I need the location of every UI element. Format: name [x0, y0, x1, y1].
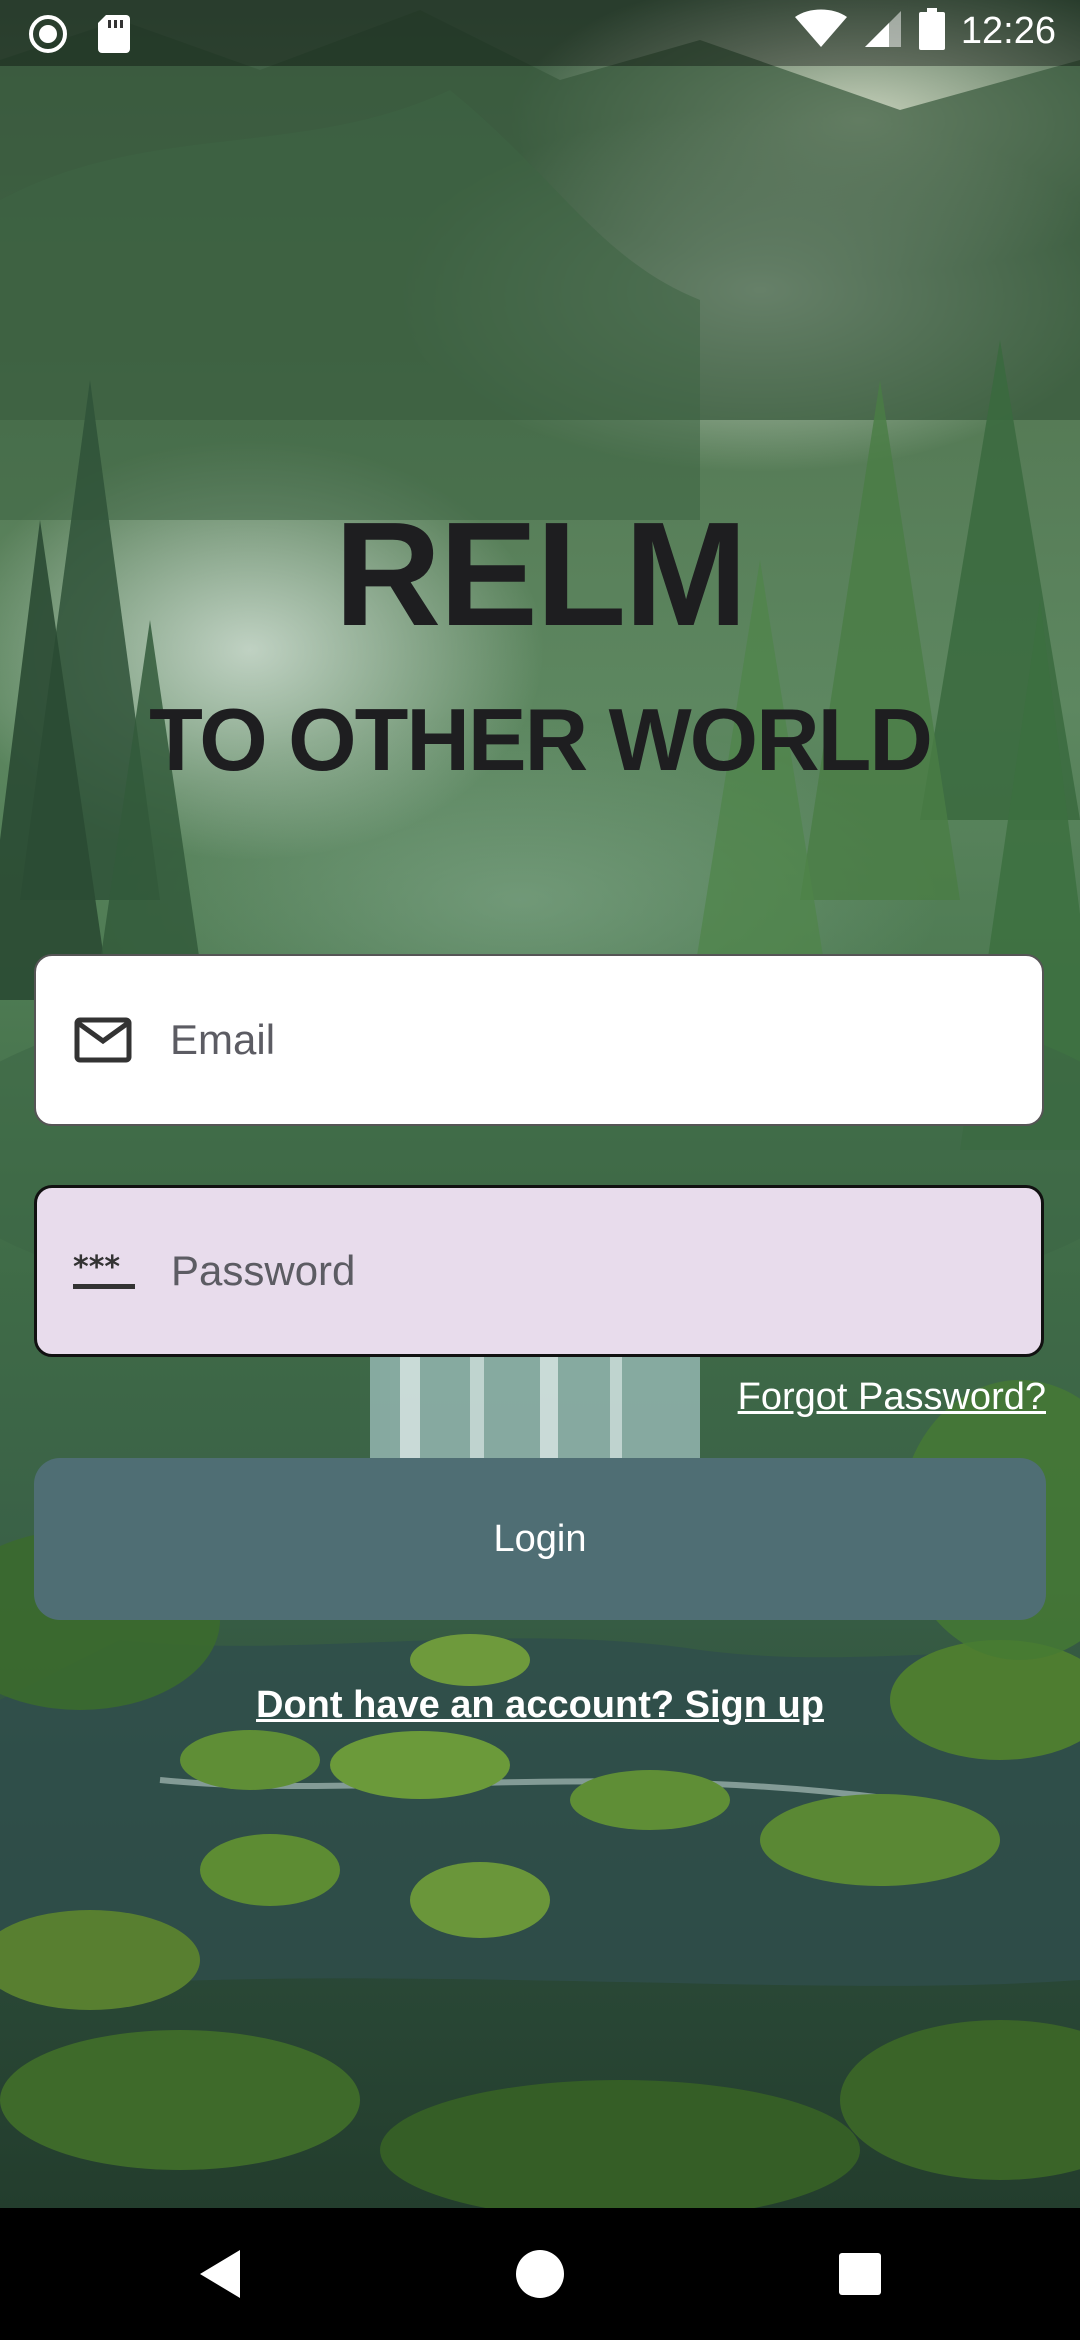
login-screen: 12:26 RELM TO OTHER WORLD Email *** Pass… — [0, 0, 1080, 2340]
app-title: RELM — [334, 492, 747, 657]
mail-icon — [72, 1009, 134, 1071]
navigation-bar — [0, 2208, 1080, 2340]
signal-icon — [863, 9, 903, 54]
email-placeholder: Email — [170, 1016, 276, 1063]
battery-icon — [918, 8, 945, 55]
password-field[interactable]: *** Password — [34, 1185, 1044, 1357]
forgot-password-link[interactable]: Forgot Password? — [738, 1376, 1046, 1419]
status-bar: 12:26 — [0, 0, 1080, 66]
back-icon[interactable] — [184, 2238, 256, 2310]
password-icon: *** — [73, 1240, 135, 1302]
signup-link[interactable]: Dont have an account? Sign up — [0, 1684, 1080, 1727]
login-button[interactable]: Login — [34, 1458, 1046, 1620]
svg-text:***: *** — [73, 1251, 120, 1285]
password-placeholder: Password — [171, 1247, 356, 1294]
wifi-icon — [794, 9, 847, 54]
sd-card-icon — [98, 15, 130, 58]
recents-icon[interactable] — [824, 2238, 896, 2310]
record-icon — [28, 14, 68, 59]
status-time: 12:26 — [960, 10, 1056, 52]
home-icon[interactable] — [504, 2238, 576, 2310]
app-subtitle: TO OTHER WORLD — [149, 690, 933, 789]
email-field[interactable]: Email — [34, 954, 1044, 1126]
